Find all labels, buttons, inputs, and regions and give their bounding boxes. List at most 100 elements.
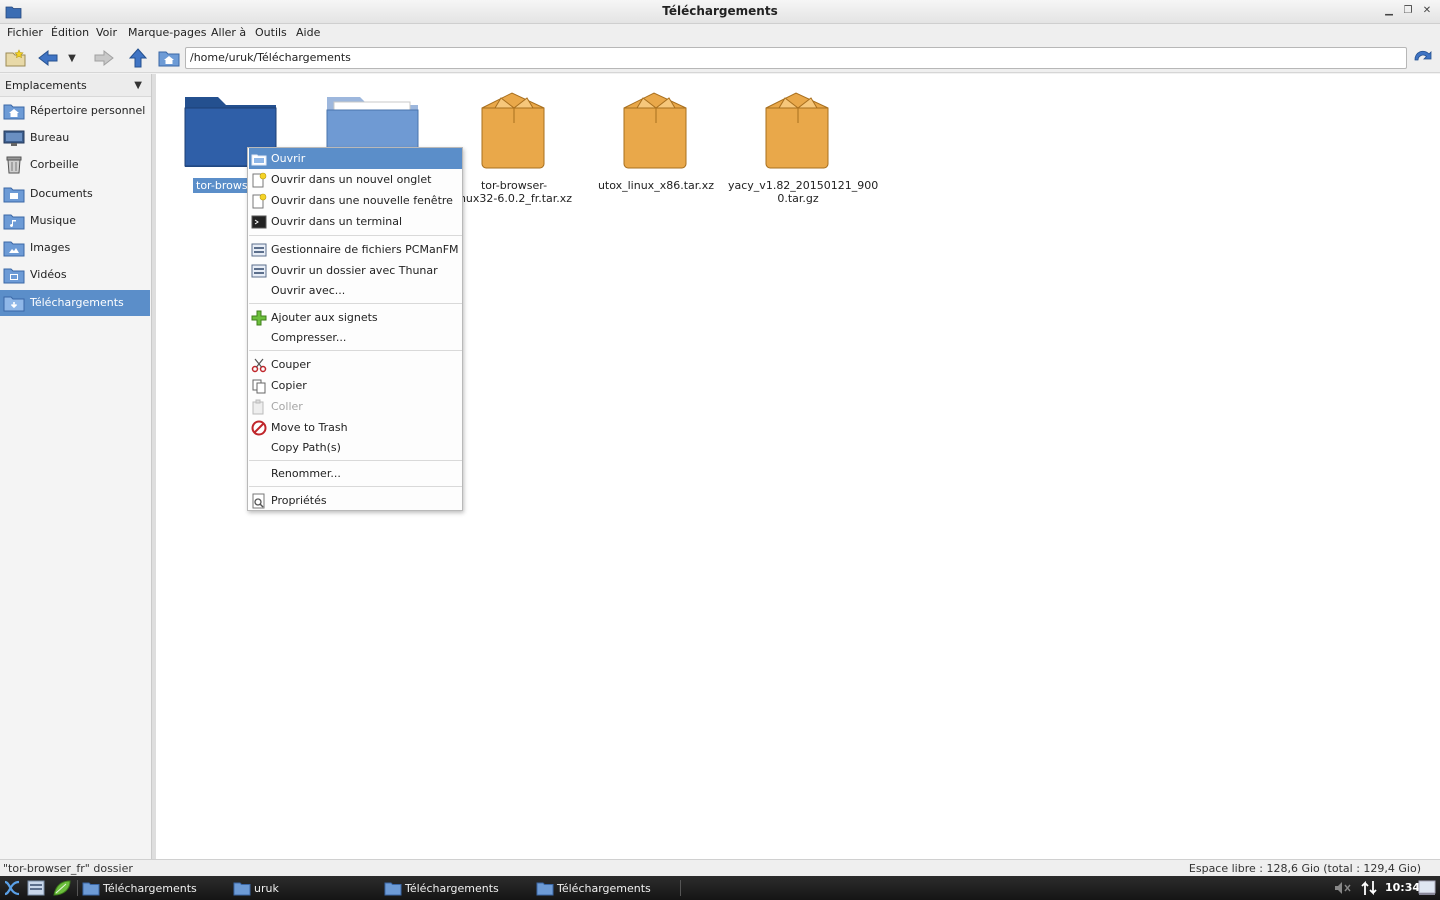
menu-item-coller[interactable]: Coller — [249, 396, 462, 417]
context-menu: Ouvrir Ouvrir dans un nouvel onglet Ouvr… — [247, 147, 463, 511]
window-title: Téléchargements — [662, 4, 778, 18]
up-button[interactable] — [126, 47, 150, 69]
file-name: utox_linux_x86.tar.xz — [597, 179, 715, 192]
menu-item-label: Coller — [271, 400, 303, 413]
minimize-button[interactable]: ▁ — [1382, 4, 1396, 18]
menu-item-proprietes[interactable]: Propriétés — [249, 490, 462, 511]
sidebar-item-label: Corbeille — [30, 158, 79, 171]
sidebar-item-corbeille[interactable]: Corbeille — [0, 152, 150, 178]
back-arrow-icon — [38, 49, 58, 67]
menu-marque-pages[interactable]: Marque-pages — [128, 26, 206, 39]
task-uruk[interactable]: uruk — [233, 879, 378, 898]
menu-item-copy-paths[interactable]: Copy Path(s) — [249, 437, 462, 458]
paste-icon — [252, 399, 264, 415]
maximize-button[interactable]: ❐ — [1401, 4, 1415, 18]
path-input[interactable]: /home/uruk/Téléchargements — [185, 47, 1407, 69]
leaf-launcher-icon[interactable] — [52, 879, 72, 897]
history-dropdown-button[interactable]: ▼ — [64, 47, 80, 69]
sidebar-item-label: Musique — [30, 214, 76, 227]
trash-icon — [6, 156, 22, 174]
volume-muted-icon[interactable] — [1333, 879, 1353, 897]
file-manager-icon — [251, 243, 267, 257]
open-folder-icon — [251, 154, 267, 166]
menu-item-nouvelle-fenetre[interactable]: Ouvrir dans une nouvelle fenêtre — [249, 190, 462, 211]
menu-item-label: Renommer... — [271, 467, 341, 480]
lxde-menu-icon[interactable] — [2, 879, 22, 897]
menu-item-label: Copier — [271, 379, 307, 392]
folder-icon — [233, 882, 251, 896]
home-button[interactable] — [157, 47, 181, 69]
menu-separator — [249, 350, 462, 351]
menu-item-label: Copy Path(s) — [271, 441, 341, 454]
up-arrow-icon — [128, 48, 148, 68]
toolbar: ▼ /home/uruk/Téléchargements — [0, 43, 1440, 73]
show-desktop-icon[interactable] — [1417, 879, 1437, 897]
properties-icon — [252, 493, 265, 509]
sidebar-item-repertoire-personnel[interactable]: Répertoire personnel — [0, 98, 150, 124]
task-telechargements-2[interactable]: Téléchargements — [384, 879, 529, 898]
menu-fichier[interactable]: Fichier — [7, 26, 43, 39]
menu-item-compresser[interactable]: Compresser... — [249, 327, 462, 348]
menu-item-renommer[interactable]: Renommer... — [249, 463, 462, 484]
archive-icon — [623, 92, 687, 169]
menu-item-ouvrir-avec[interactable]: Ouvrir avec... — [249, 280, 462, 301]
menu-item-ouvrir[interactable]: Ouvrir — [249, 148, 462, 169]
menu-aide[interactable]: Aide — [296, 26, 320, 39]
scissors-icon — [251, 358, 267, 373]
sidebar-item-telechargements[interactable]: Téléchargements — [0, 290, 150, 316]
menu-aller-a[interactable]: Aller à — [211, 26, 246, 39]
menu-item-thunar[interactable]: Ouvrir un dossier avec Thunar — [249, 260, 462, 281]
sidebar-item-videos[interactable]: Vidéos — [0, 262, 150, 288]
images-folder-icon — [3, 241, 25, 257]
forward-button[interactable] — [92, 47, 116, 69]
task-telechargements-1[interactable]: Téléchargements — [82, 879, 227, 898]
title-bar: Téléchargements ▁ ❐ ✕ — [0, 0, 1440, 24]
close-button[interactable]: ✕ — [1420, 4, 1434, 18]
menu-separator — [249, 486, 462, 487]
task-label: Téléchargements — [557, 882, 651, 895]
chevron-down-icon: ▼ — [134, 80, 142, 91]
sidebar-item-musique[interactable]: Musique — [0, 208, 150, 234]
network-icon[interactable] — [1359, 879, 1379, 897]
sidebar-item-documents[interactable]: Documents — [0, 181, 150, 207]
menu-item-label: Couper — [271, 358, 311, 371]
taskbar: Téléchargements uruk Téléchargements Tél… — [0, 876, 1440, 900]
reload-button[interactable] — [1411, 47, 1435, 69]
task-telechargements-3[interactable]: Téléchargements — [536, 879, 681, 898]
file-name: tor-browser-inux32-6.0.2_fr.tar.xz — [455, 179, 573, 205]
menu-item-move-to-trash[interactable]: Move to Trash — [249, 417, 462, 438]
music-folder-icon — [3, 214, 25, 230]
back-button[interactable] — [36, 47, 60, 69]
menu-item-ajouter-signets[interactable]: Ajouter aux signets — [249, 307, 462, 328]
desktop-icon — [3, 130, 25, 146]
reload-icon — [1414, 50, 1432, 61]
new-window-icon — [252, 193, 267, 209]
archive-icon — [481, 92, 545, 169]
sidebar-item-bureau[interactable]: Bureau — [0, 125, 150, 151]
menu-item-nouvel-onglet[interactable]: Ouvrir dans un nouvel onglet — [249, 169, 462, 190]
file-manager-launcher-icon[interactable] — [27, 879, 45, 897]
menu-item-copier[interactable]: Copier — [249, 375, 462, 396]
taskbar-separator — [77, 880, 78, 896]
no-entry-icon — [251, 420, 267, 436]
new-tab-button[interactable] — [4, 47, 28, 69]
new-folder-icon — [5, 49, 26, 67]
menu-outils[interactable]: Outils — [255, 26, 287, 39]
taskbar-separator — [680, 880, 681, 896]
menu-item-pcmanfm[interactable]: Gestionnaire de fichiers PCManFM — [249, 239, 462, 260]
menu-item-terminal[interactable]: Ouvrir dans un terminal — [249, 211, 462, 232]
add-icon — [251, 310, 267, 326]
sidebar-header[interactable]: Emplacements ▼ — [0, 74, 151, 97]
menu-separator — [249, 235, 462, 236]
sidebar-item-images[interactable]: Images — [0, 235, 150, 261]
new-tab-icon — [252, 172, 267, 188]
sidebar-item-label: Vidéos — [30, 268, 67, 281]
documents-folder-icon — [3, 187, 25, 203]
menu-item-label: Ouvrir — [271, 152, 306, 165]
menu-edition[interactable]: Édition — [51, 26, 89, 39]
sidebar-item-label: Documents — [30, 187, 93, 200]
menu-voir[interactable]: Voir — [96, 26, 117, 39]
clock[interactable]: 10:34 — [1385, 881, 1420, 894]
menu-item-couper[interactable]: Couper — [249, 354, 462, 375]
menu-item-label: Ouvrir dans un terminal — [271, 215, 403, 228]
